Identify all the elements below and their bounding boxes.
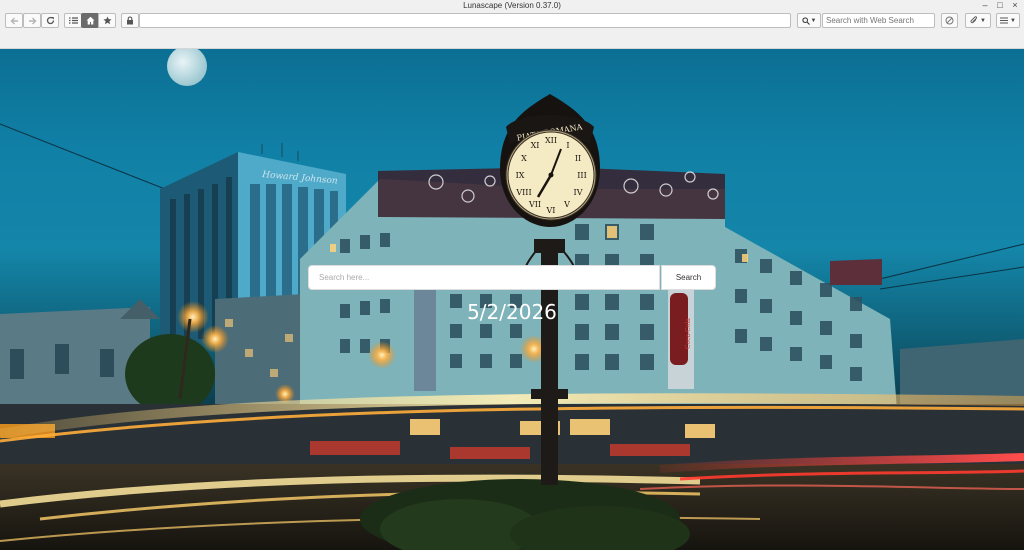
chevron-down-icon: ▼	[1010, 17, 1016, 24]
browser-toolbar: ▼ ▼ ▼	[0, 12, 1024, 30]
svg-text:VI: VI	[546, 206, 556, 215]
date-display: 5/2/2026	[467, 300, 557, 324]
chevron-down-icon: ▼	[810, 17, 817, 24]
title-bar: Lunascape (Version 0.37.0) – □ ×	[0, 0, 1024, 12]
block-button[interactable]	[941, 13, 958, 28]
star-icon	[102, 16, 112, 25]
web-search-input[interactable]	[822, 13, 935, 28]
svg-text:IX: IX	[516, 171, 525, 180]
reload-button[interactable]	[41, 13, 59, 28]
moon	[167, 49, 207, 86]
forward-button[interactable]	[23, 13, 41, 28]
svg-text:XI: XI	[531, 141, 540, 150]
reload-icon	[46, 16, 54, 25]
chevron-down-icon: ▼	[980, 17, 986, 24]
security-button[interactable]	[121, 13, 139, 28]
svg-text:VII: VII	[528, 200, 541, 209]
toolbar-divider	[0, 30, 1024, 49]
maximize-button[interactable]: □	[992, 0, 1008, 12]
back-icon	[10, 17, 18, 24]
forward-icon	[28, 17, 36, 24]
svg-text:III: III	[577, 171, 586, 180]
close-button[interactable]: ×	[1007, 0, 1023, 12]
home-icon	[86, 16, 94, 25]
svg-text:VIII: VIII	[515, 188, 531, 197]
svg-text:IV: IV	[574, 188, 583, 197]
home-button[interactable]	[81, 13, 99, 28]
menu-icon	[1000, 17, 1009, 24]
search-input[interactable]	[308, 265, 660, 290]
window-title: Lunascape (Version 0.37.0)	[463, 1, 561, 10]
search-button[interactable]: Search	[661, 265, 716, 290]
svg-text:V: V	[563, 200, 570, 209]
billboard-text: Coca-Cola	[685, 318, 692, 349]
list-icon	[68, 17, 78, 24]
address-bar[interactable]	[139, 13, 791, 28]
svg-text:XII: XII	[545, 136, 557, 145]
svg-text:I: I	[566, 141, 569, 150]
bookmark-button[interactable]	[98, 13, 116, 28]
svg-text:X: X	[521, 154, 527, 163]
block-icon	[945, 16, 954, 25]
minimize-button[interactable]: –	[977, 0, 993, 12]
svg-text:II: II	[575, 154, 581, 163]
new-tab-page: Howard Johnson Coca-Cola XII III VI IX I…	[0, 49, 1024, 550]
magnifier-icon	[801, 16, 810, 25]
main-menu-button[interactable]: ▼	[996, 13, 1020, 28]
search-engine-selector[interactable]: ▼	[797, 13, 821, 28]
list-button[interactable]	[64, 13, 82, 28]
back-button[interactable]	[5, 13, 23, 28]
lock-icon	[127, 16, 133, 25]
paperclip-icon	[970, 16, 978, 24]
attachments-button[interactable]: ▼	[965, 13, 991, 28]
